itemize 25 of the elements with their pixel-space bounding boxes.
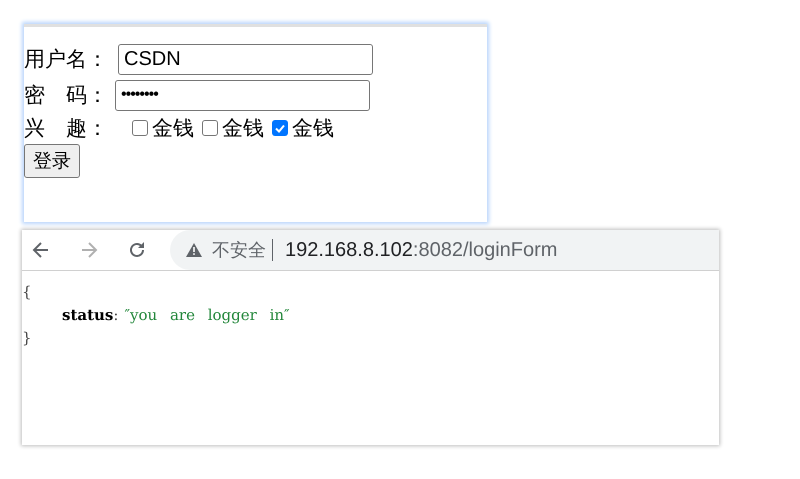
field-label: 密 码： bbox=[24, 84, 109, 106]
checkbox-label: 金钱 bbox=[152, 118, 194, 138]
json-brace: } bbox=[22, 328, 33, 349]
url-path: :8082/loginForm bbox=[412, 238, 558, 263]
checkbox[interactable] bbox=[272, 120, 288, 136]
reload-icon[interactable] bbox=[128, 241, 146, 259]
security-label: 不安全 bbox=[212, 238, 266, 262]
checkbox-label: 金钱 bbox=[222, 118, 264, 138]
checkbox-label: 金钱 bbox=[292, 118, 334, 138]
json-colon: : bbox=[113, 305, 118, 326]
check-icon bbox=[274, 122, 286, 134]
field-label: 兴 趣： bbox=[24, 118, 109, 138]
password-field[interactable]: •••••••• bbox=[115, 80, 370, 110]
checkbox[interactable] bbox=[202, 120, 218, 136]
address-bar[interactable]: 不安全 192.168.8.102:8082/loginForm bbox=[170, 230, 719, 270]
field-label: 用户名： bbox=[24, 48, 109, 70]
json-key: status bbox=[62, 304, 114, 327]
json-value: ″you are logger in″ bbox=[124, 305, 290, 326]
username-field[interactable]: CSDN bbox=[118, 44, 373, 74]
back-icon[interactable] bbox=[32, 241, 50, 259]
checkbox[interactable] bbox=[132, 120, 148, 136]
json-brace: { bbox=[22, 282, 33, 303]
login-button[interactable]: 登录 bbox=[24, 144, 80, 178]
warning-icon bbox=[186, 243, 202, 257]
url-host: 192.168.8.102 bbox=[285, 238, 413, 263]
